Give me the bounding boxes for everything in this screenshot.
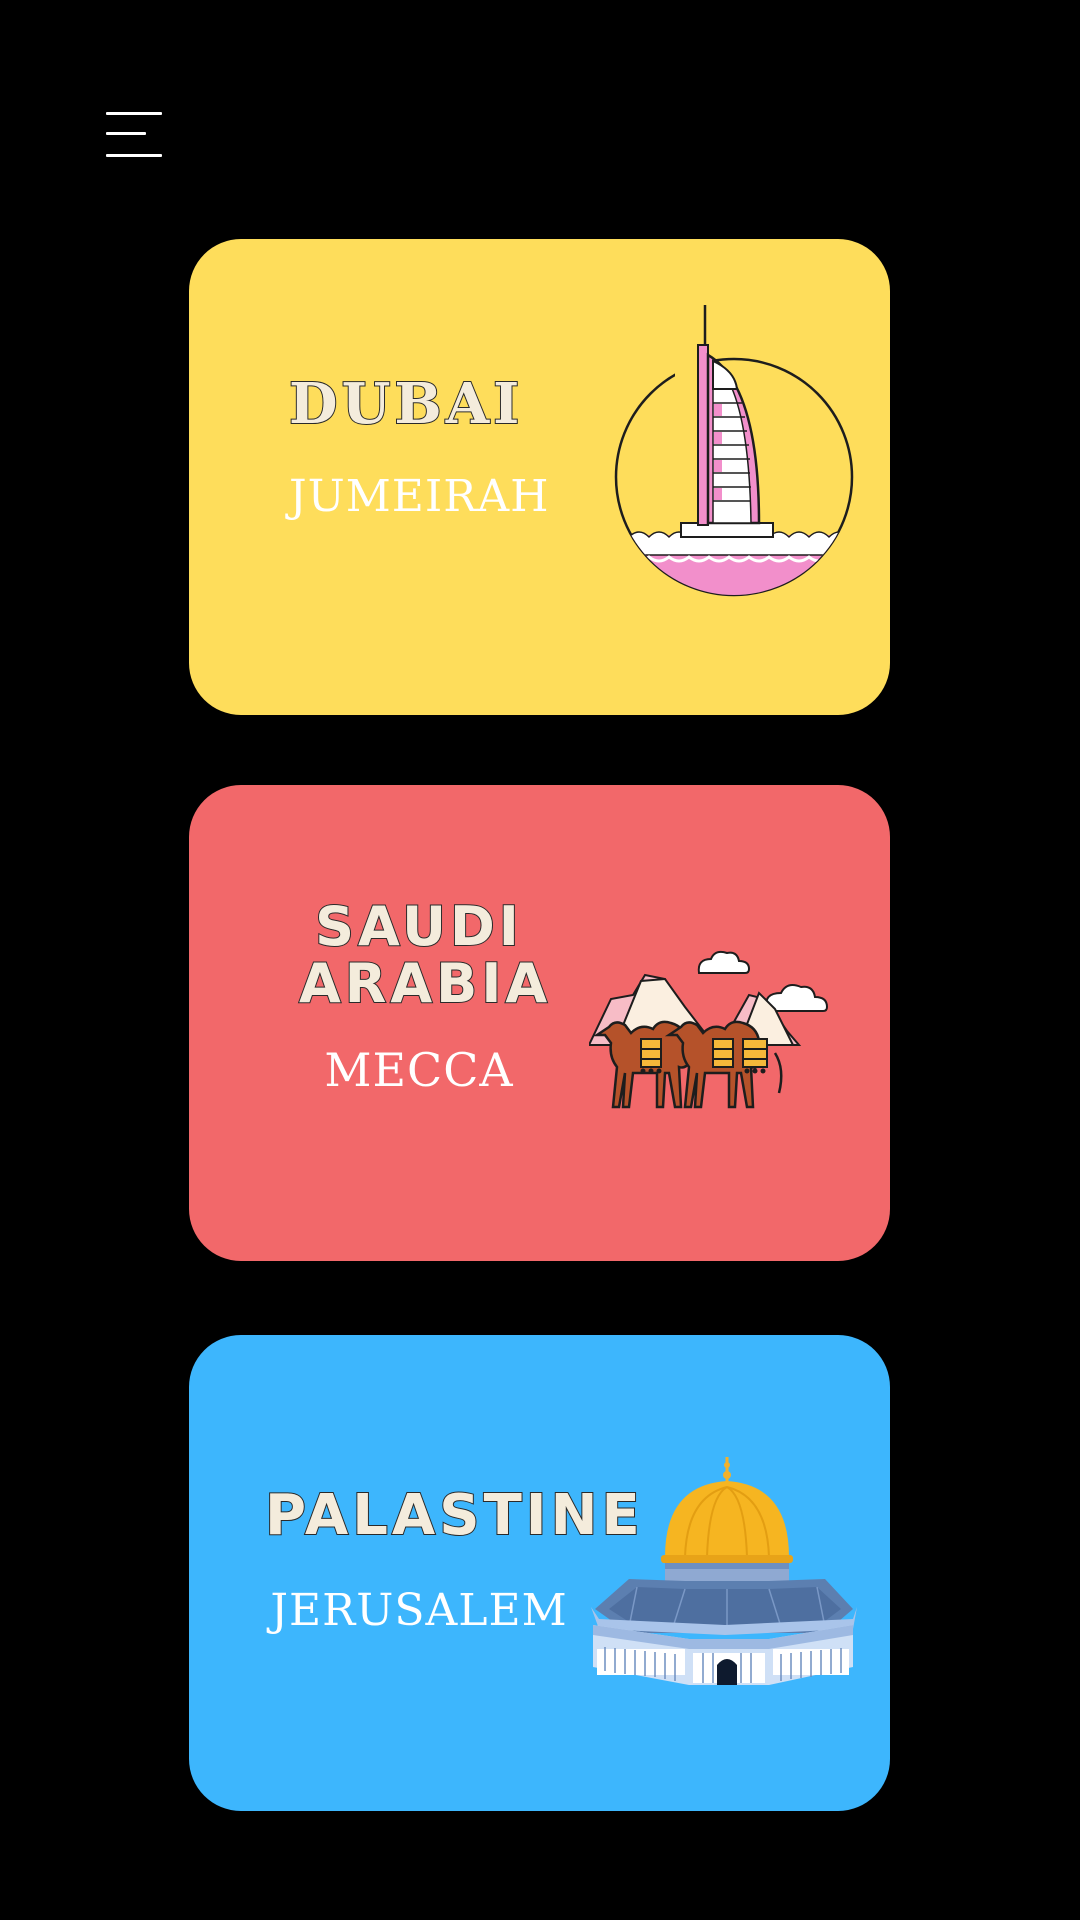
city-subtitle: JUMEIRAH <box>289 471 550 522</box>
hamburger-menu-bar <box>106 132 146 135</box>
country-title: SAUDI ARABIA <box>298 895 552 1015</box>
city-subtitle: JERUSALEM <box>270 1585 568 1636</box>
camels-desert-icon <box>589 950 829 1109</box>
destination-card-saudi-arabia[interactable]: SAUDI ARABIA MECCA <box>189 785 890 1261</box>
hamburger-menu-icon <box>106 112 162 115</box>
destination-card-dubai[interactable]: DUBAI JUMEIRAH <box>189 239 890 715</box>
dome-of-the-rock-icon <box>591 1457 857 1685</box>
menu-button[interactable] <box>106 110 164 160</box>
country-title: DUBAI <box>288 371 524 437</box>
hamburger-menu-bar <box>106 154 162 157</box>
destination-card-palastine[interactable]: PALASTINE JERUSALEM <box>189 1335 890 1811</box>
country-title: PALASTINE <box>264 1483 644 1548</box>
city-subtitle: MECCA <box>324 1043 514 1097</box>
burj-al-arab-icon <box>614 305 854 597</box>
